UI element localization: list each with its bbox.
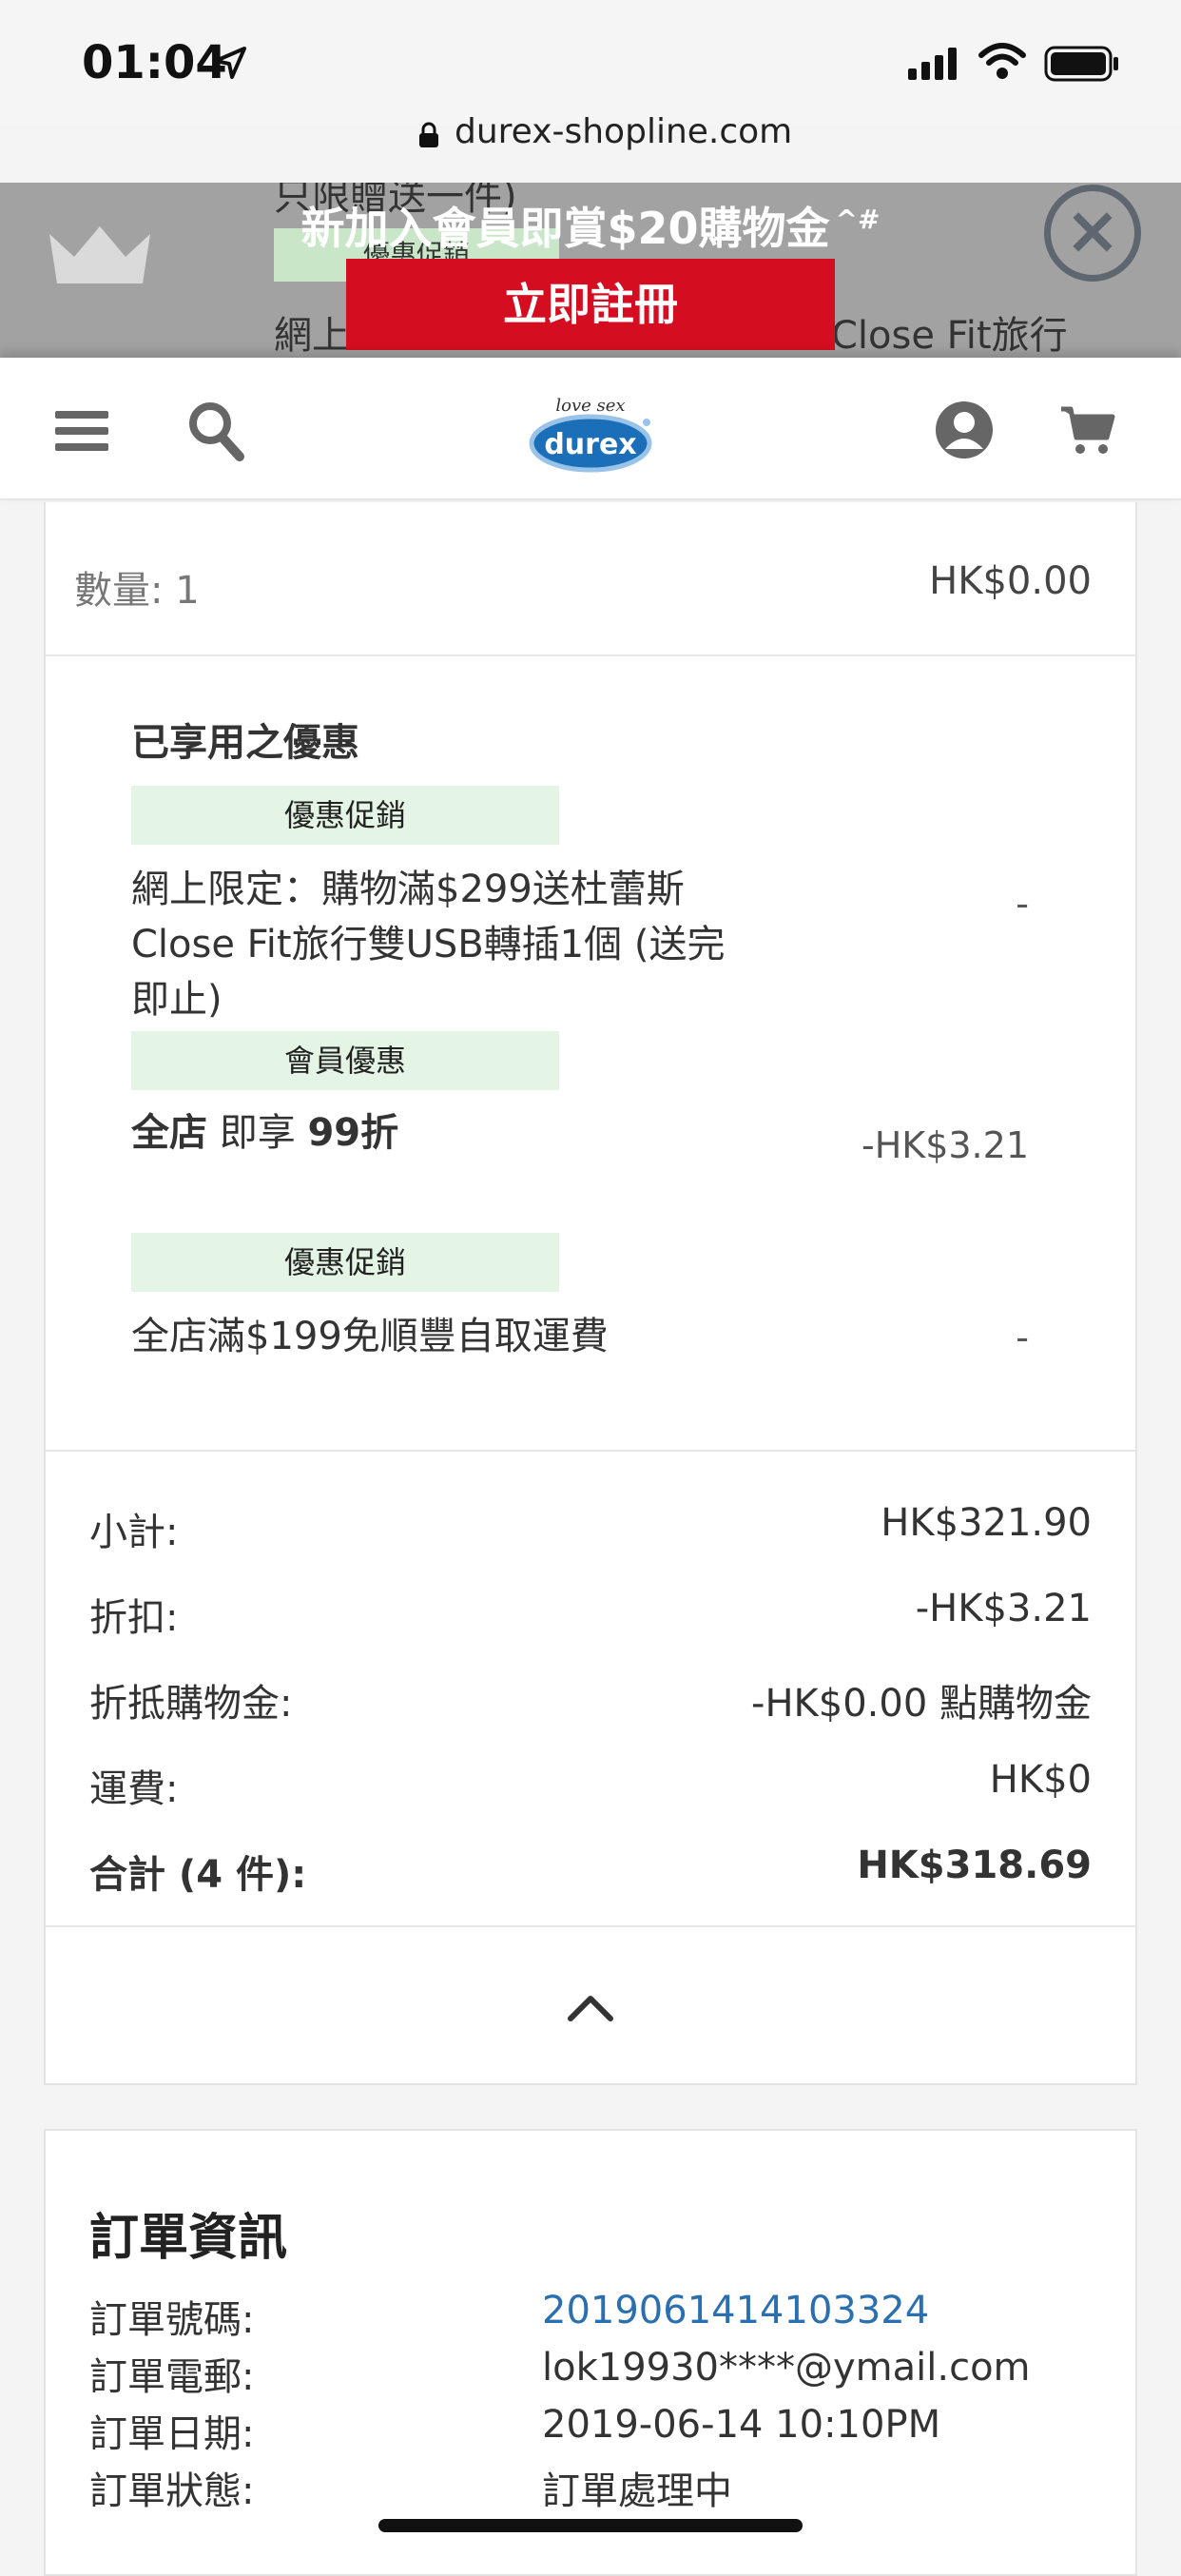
promo-tag: 優惠促銷: [131, 1233, 559, 1292]
status-time: 01:04: [82, 36, 227, 89]
account-user-icon[interactable]: [934, 400, 995, 460]
discount-value: -HK$3.21: [915, 1587, 1092, 1630]
divider: [46, 1450, 1135, 1452]
svg-text:durex: durex: [544, 428, 636, 461]
collapse-chevron-up-icon[interactable]: [563, 1988, 618, 2026]
divider: [46, 1925, 1135, 1927]
promotions-title: 已享用之優惠: [131, 721, 359, 765]
promo-amount: -: [1016, 883, 1029, 925]
total-label: 合計 (4 件):: [89, 1853, 307, 1897]
location-arrow-icon: [214, 47, 246, 79]
wifi-icon: [978, 43, 1026, 79]
promo-text: 全店滿$199免順豐自取運費: [131, 1315, 609, 1358]
order-number-link[interactable]: 2019061414103324: [542, 2289, 929, 2332]
close-icon: ×: [1064, 191, 1121, 269]
banner-message: 新加入會員即賞$20購物金 ^#: [300, 203, 881, 254]
order-status-value: 訂單處理中: [542, 2469, 732, 2513]
member-tag: 會員優惠: [131, 1031, 559, 1090]
order-status-label: 訂單狀態:: [89, 2469, 255, 2513]
divider: [46, 654, 1135, 656]
shopping-cart-icon[interactable]: [1059, 403, 1116, 457]
lock-icon: [419, 122, 438, 147]
order-date-label: 訂單日期:: [89, 2412, 255, 2456]
svg-text:love sex: love sex: [555, 396, 625, 416]
shipping-label: 運費:: [89, 1767, 179, 1811]
durex-logo[interactable]: love sex durex: [519, 379, 662, 481]
browser-url[interactable]: durex-shopline.com: [455, 112, 792, 151]
discount-label: 折扣:: [89, 1596, 179, 1640]
subtotal-value: HK$321.90: [881, 1501, 1092, 1545]
order-email-value: lok19930****@ymail.com: [542, 2346, 1031, 2390]
member-promo-amount: -HK$3.21: [862, 1124, 1029, 1166]
promo-amount: -: [1016, 1317, 1029, 1358]
search-icon[interactable]: [186, 400, 245, 462]
hamburger-menu-icon[interactable]: [55, 409, 108, 453]
total-value: HK$318.69: [857, 1844, 1092, 1887]
banner-underlay-text: Close Fit旅行: [831, 314, 1068, 358]
store-credit-label: 折抵購物金:: [89, 1682, 293, 1726]
subtotal-label: 小計:: [89, 1511, 179, 1554]
quantity-price: HK$0.00: [929, 559, 1092, 603]
promo-text: 網上限定：購物滿$299送杜蕾斯Close Fit旅行雙USB轉插1個 (送完即…: [131, 868, 726, 1022]
order-number-label: 訂單號碼:: [89, 2298, 255, 2342]
store-credit-value: -HK$0.00 點購物金: [751, 1682, 1092, 1726]
shipping-value: HK$0: [989, 1758, 1092, 1802]
member-promo-text: 全店 即享 99折: [131, 1111, 399, 1155]
home-indicator[interactable]: [378, 2519, 803, 2532]
order-email-label: 訂單電郵:: [89, 2355, 255, 2399]
signup-promo-banner: 只限贈送一件) 優惠促銷 網上 Close Fit旅行 新加入會員即賞$20購物…: [0, 183, 1181, 358]
order-info-title: 訂單資訊: [89, 2210, 288, 2267]
promo-tag: 優惠促銷: [131, 786, 559, 845]
cellular-signal-icon: [908, 48, 957, 80]
register-now-button[interactable]: 立即註冊: [346, 259, 835, 350]
order-date-value: 2019-06-14 10:10PM: [542, 2403, 941, 2447]
battery-icon: [1044, 46, 1118, 82]
close-banner-button[interactable]: ×: [1044, 185, 1141, 282]
banner-underlay-text: 網上: [274, 314, 350, 358]
quantity-label: 數量: 1: [74, 569, 200, 613]
